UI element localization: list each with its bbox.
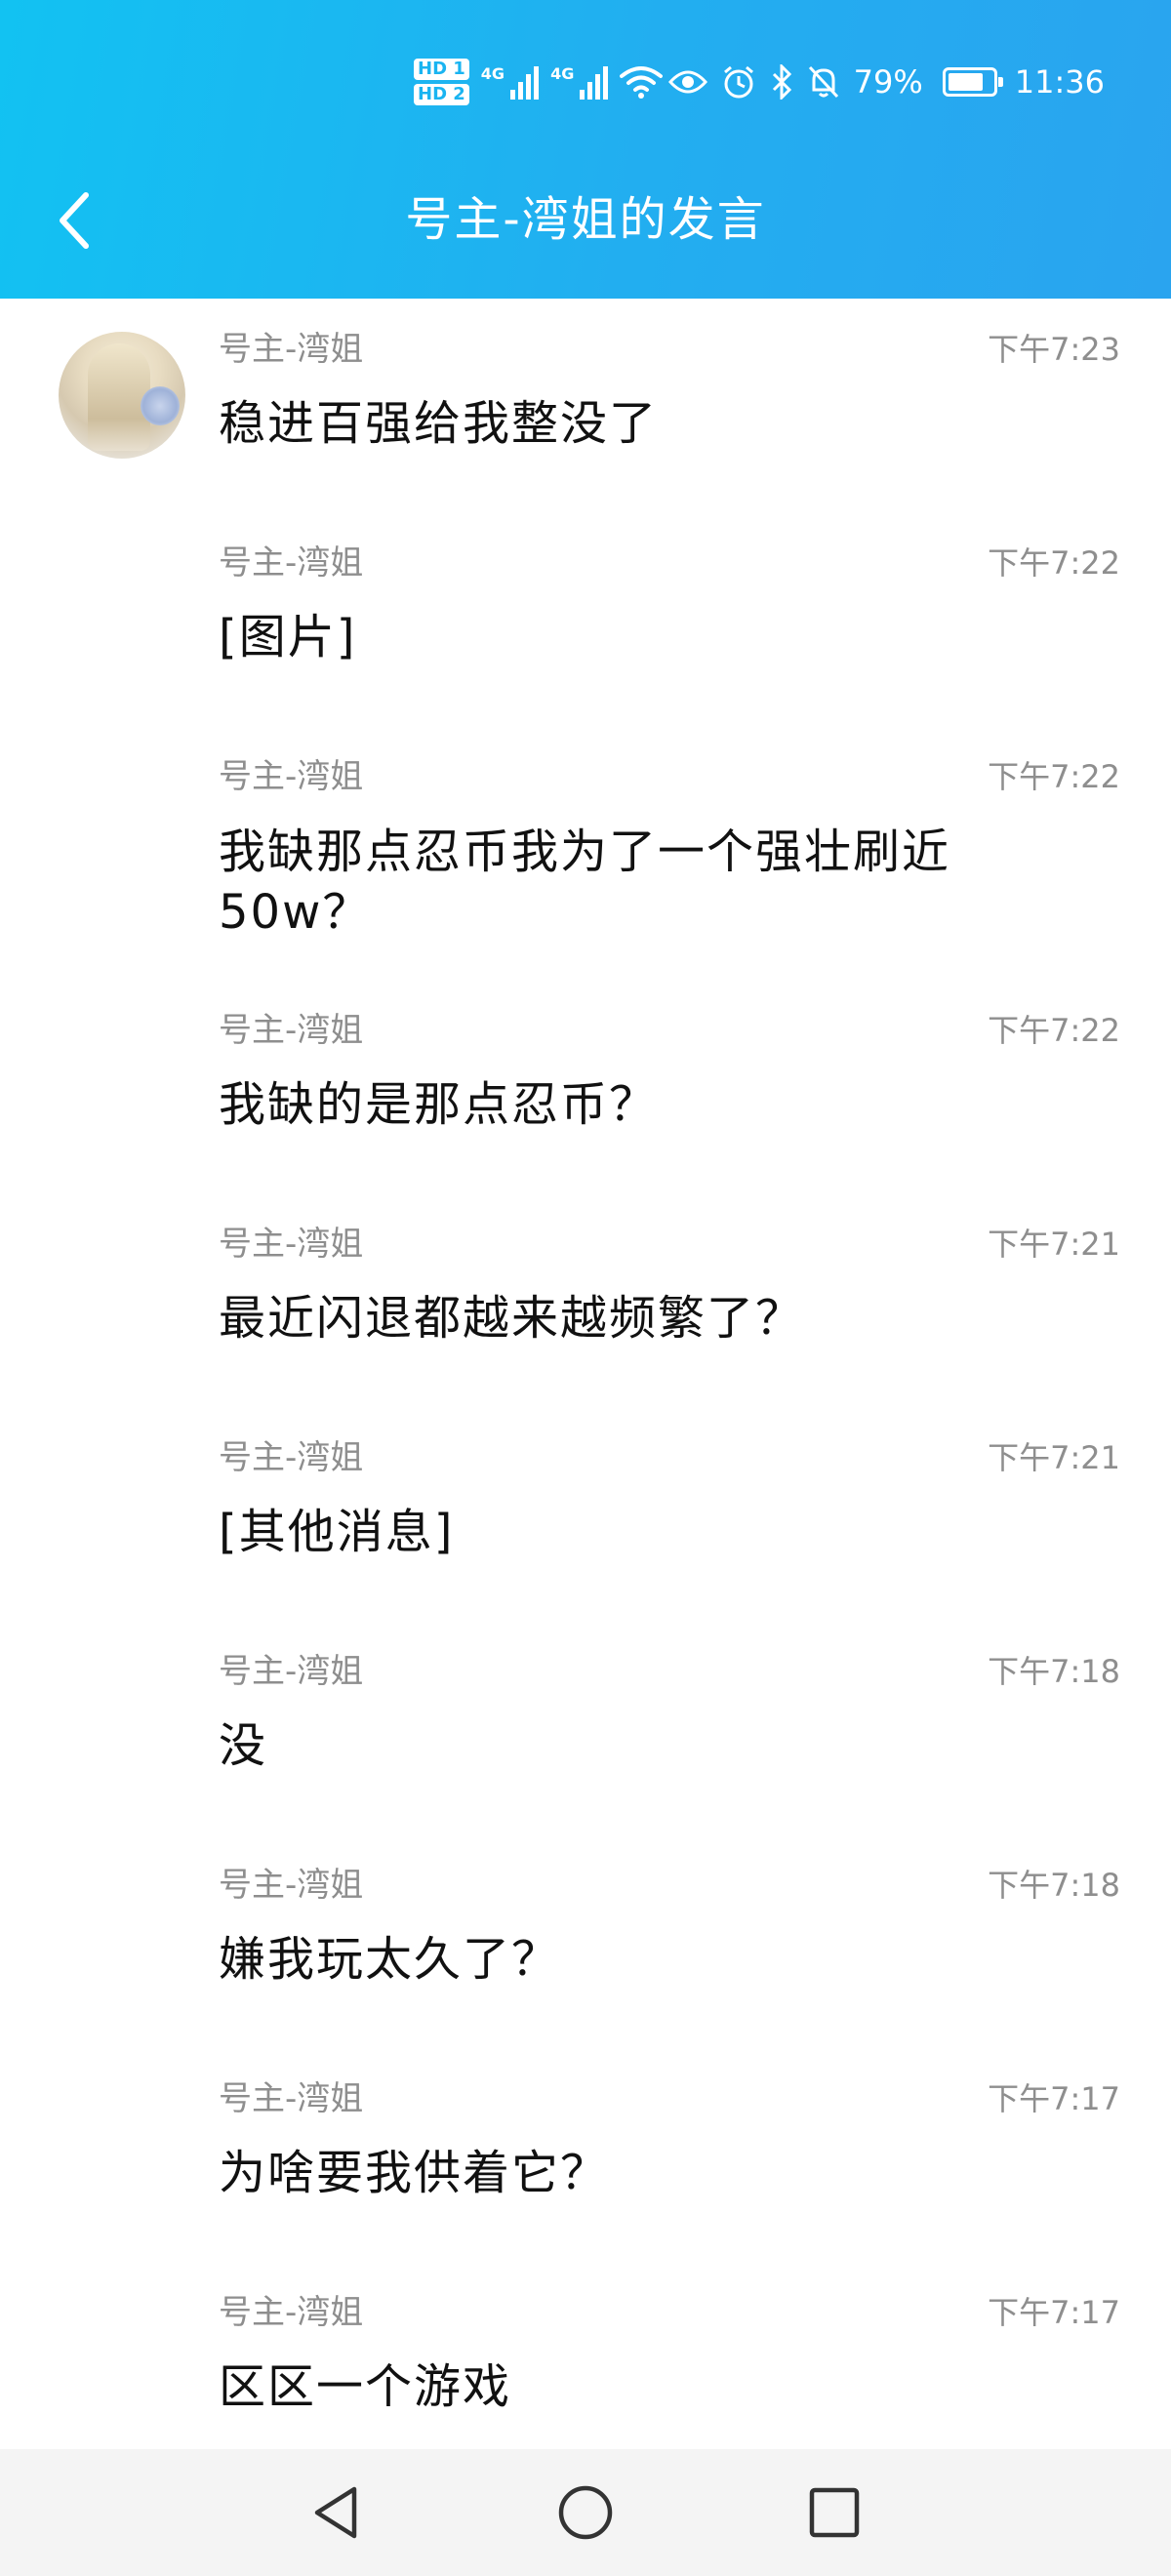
signal-bars-icon <box>510 64 540 100</box>
eye-icon <box>667 70 707 94</box>
message-text: 我缺的是那点忍币？ <box>219 1077 659 1132</box>
message-time: 下午7:22 <box>988 1012 1120 1049</box>
message-time: 下午7:18 <box>988 1867 1120 1904</box>
message-text: 区区一个游戏 <box>219 2359 512 2414</box>
message-text: [其他消息] <box>219 1505 455 1559</box>
message-sender: 号主-湾姐 <box>219 1438 364 1477</box>
message-sender: 号主-湾姐 <box>219 2293 364 2332</box>
message-sender: 号主-湾姐 <box>219 757 364 796</box>
hd-badges: HD 1 HD 2 <box>414 59 469 105</box>
message-sender: 号主-湾姐 <box>219 543 364 583</box>
message-sender: 号主-湾姐 <box>219 1866 364 1905</box>
message-text: 最近闪退都越来越频繁了？ <box>219 1291 805 1346</box>
message-time: 下午7:21 <box>988 1439 1120 1476</box>
message-sender: 号主-湾姐 <box>219 1225 364 1264</box>
clock: 11:36 <box>1014 63 1105 101</box>
page-title: 号主-湾姐的发言 <box>405 192 766 247</box>
message-time: 下午7:22 <box>988 758 1120 795</box>
nav-home-button[interactable] <box>549 2476 622 2549</box>
message-time: 下午7:17 <box>988 2294 1120 2331</box>
square-recents-icon <box>809 2487 860 2538</box>
navigation-bar <box>0 2449 1171 2576</box>
nav-recents-button[interactable] <box>798 2476 870 2549</box>
hd1-badge: HD 1 <box>414 59 469 80</box>
signal-1-label: 4G <box>480 64 505 83</box>
message-text: 为啥要我供着它？ <box>219 2146 610 2200</box>
signal-1: 4G <box>480 64 540 100</box>
title-bar: 号主-湾姐的发言 <box>0 168 1171 299</box>
message-sender: 号主-湾姐 <box>219 330 364 369</box>
avatar-bouquet <box>141 386 180 425</box>
signal-bars-icon <box>580 64 609 100</box>
message-sender: 号主-湾姐 <box>219 2079 364 2118</box>
message-time: 下午7:18 <box>988 1653 1120 1690</box>
mute-bell-icon <box>808 65 838 99</box>
message-sender: 号主-湾姐 <box>219 1652 364 1691</box>
message-sender: 号主-湾姐 <box>219 1011 364 1050</box>
system-indicators: 79% 11:36 <box>667 55 1105 109</box>
message-text: 没 <box>219 1718 268 1773</box>
battery-icon <box>942 67 1003 97</box>
status-bar: HD 1 HD 2 4G 4G 79% 11:36 <box>0 0 1171 168</box>
bluetooth-icon <box>772 64 791 100</box>
message-text: 稳进百强给我整没了 <box>219 396 659 451</box>
triangle-back-icon <box>314 2486 357 2539</box>
message-text: 嫌我玩太久了？ <box>219 1932 561 1987</box>
header: HD 1 HD 2 4G 4G 79% 11:36 号主-湾姐的发言 <box>0 0 1171 299</box>
battery-fill <box>948 73 983 91</box>
circle-home-icon <box>558 2485 613 2540</box>
network-indicators: HD 1 HD 2 4G 4G <box>414 55 664 109</box>
hd2-badge: HD 2 <box>414 84 469 105</box>
message-text: [图片] <box>219 610 357 664</box>
wifi-icon <box>620 66 664 99</box>
alarm-icon <box>723 65 753 99</box>
message-time: 下午7:22 <box>988 544 1120 582</box>
nav-back-button[interactable] <box>301 2476 373 2549</box>
message-list[interactable]: 号主-湾姐 下午7:23 稳进百强给我整没了 号主-湾姐 下午7:22 [图片] 号主-湾姐… <box>0 299 1171 2449</box>
signal-2-label: 4G <box>550 64 575 83</box>
avatar-figure <box>88 343 150 451</box>
message-text: 我缺那点忍币我为了一个强壮刷近50w？ <box>219 825 951 940</box>
avatar[interactable] <box>59 332 185 459</box>
message-time: 下午7:23 <box>988 331 1120 368</box>
battery-percent: 79% <box>853 63 923 101</box>
message-time: 下午7:21 <box>988 1226 1120 1263</box>
signal-2: 4G <box>550 64 609 100</box>
message-time: 下午7:17 <box>988 2080 1120 2117</box>
